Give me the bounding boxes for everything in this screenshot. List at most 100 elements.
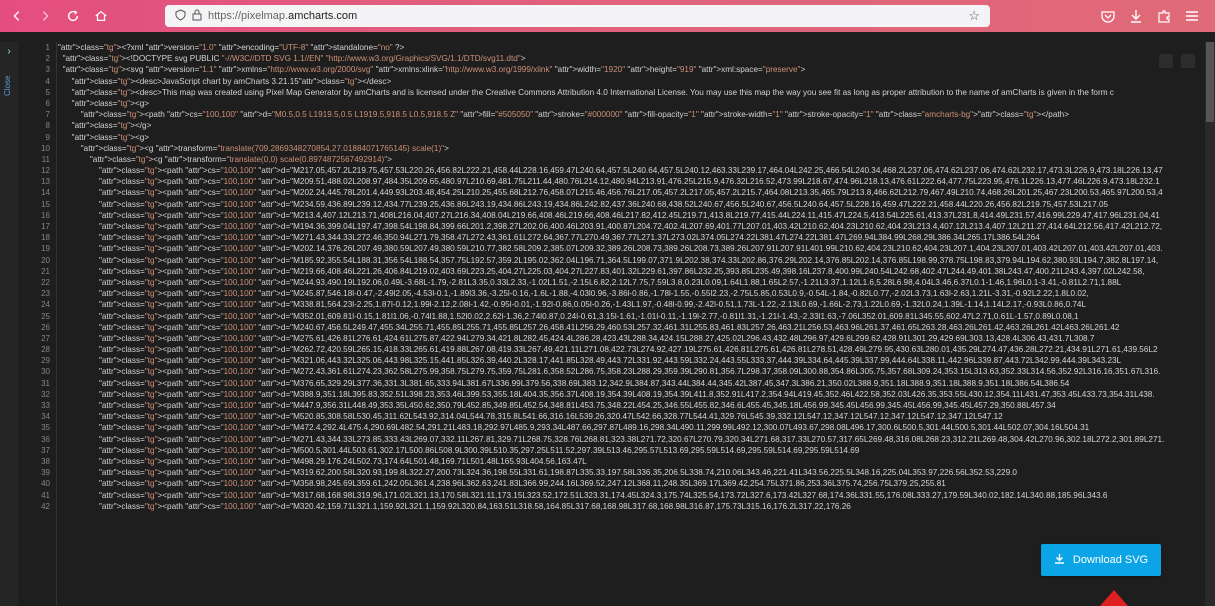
code-line: "attr">class="tg"><path "attr">cs="100,1…: [98, 311, 1079, 321]
line-number: 16: [41, 210, 50, 220]
line-number: 35: [41, 423, 50, 433]
chevron-right-icon[interactable]: ›: [0, 46, 18, 57]
line-number: 5: [45, 87, 50, 97]
code-line: "attr">class="tg"><path "attr">cs="100,1…: [98, 356, 1122, 366]
code-line: "attr">class="tg"><path "attr">cs="100,1…: [80, 110, 1069, 120]
code-line: "attr">class="tg"><path "attr">cs="100,1…: [98, 378, 1070, 388]
url-text: https://pixelmap.amcharts.com: [208, 10, 358, 22]
line-number: 18: [41, 233, 50, 243]
download-icon[interactable]: [1129, 9, 1143, 23]
reload-icon[interactable]: [62, 5, 84, 27]
code-line: "attr">class="tg"><path "attr">cs="100,1…: [98, 166, 1163, 176]
code-area[interactable]: "attr">class="tg"><?xml "attr">version="…: [58, 42, 1198, 606]
home-icon[interactable]: [90, 5, 112, 27]
editor-side-rail: › Close: [0, 42, 19, 606]
line-number: 36: [41, 434, 50, 444]
vertical-scrollbar[interactable]: [1205, 42, 1215, 606]
panel-close-icon[interactable]: [1181, 54, 1195, 68]
code-line: "attr">class="tg"><path "attr">cs="100,1…: [98, 322, 1120, 332]
scrollbar-thumb[interactable]: [1206, 42, 1214, 122]
browser-toolbar: https://pixelmap.amcharts.com ☆: [0, 0, 1215, 32]
line-number: 1: [45, 43, 50, 52]
code-line: "attr">class="tg"><path "attr">cs="100,1…: [98, 501, 851, 511]
lock-icon[interactable]: [192, 9, 202, 24]
code-line: "attr">class="tg"><path "attr">cs="100,1…: [98, 244, 1163, 254]
line-number: 41: [41, 490, 50, 500]
line-number: 33: [41, 401, 50, 410]
line-number: 15: [41, 199, 50, 209]
line-number: 24: [41, 300, 50, 310]
code-line: "attr">class="tg"><path "attr">cs="100,1…: [98, 300, 1087, 310]
code-line: "attr">class="tg"><path "attr">cs="100,1…: [98, 456, 587, 466]
line-number: 8: [45, 121, 50, 131]
code-line: "attr">class="tg"><path "attr">cs="100,1…: [98, 389, 1155, 399]
line-number: 7: [45, 110, 50, 120]
line-number: 28: [41, 345, 50, 355]
line-number: 13: [41, 177, 50, 187]
line-number: 23: [41, 289, 50, 299]
pocket-icon[interactable]: [1101, 10, 1115, 23]
line-number: 6: [45, 98, 50, 108]
nav-buttons: [0, 0, 112, 32]
download-svg-button[interactable]: Download SVG: [1041, 544, 1161, 576]
code-line: "attr">class="tg"><g "attr">transform="t…: [89, 154, 392, 164]
code-line: "attr">class="tg"><path "attr">cs="100,1…: [98, 367, 1161, 377]
shield-icon[interactable]: [175, 8, 186, 24]
code-line: "attr">class="tg"><path "attr">cs="100,1…: [98, 479, 946, 489]
panel-toggle-icon[interactable]: [1159, 54, 1173, 68]
close-panel-label[interactable]: Close: [3, 66, 15, 96]
code-line: "attr">class="tg"><path "attr">cs="100,1…: [98, 222, 1163, 231]
browser-tools: [1101, 0, 1199, 32]
line-number: 29: [41, 356, 50, 366]
code-editor: › Close 1 2 3 4 5 6 7 8 9 10 11 12 13 14 15 16 17 18 19 20 2…: [0, 32, 1215, 606]
code-line: "attr">class="tg"><g "attr">transform="t…: [80, 143, 449, 153]
code-line: "attr">class="tg"><path "attr">cs="100,1…: [98, 210, 1160, 220]
extensions-icon[interactable]: [1157, 9, 1171, 23]
line-number: 17: [41, 222, 50, 231]
code-line: "attr">class="tg"><path "attr">cs="100,1…: [98, 188, 1163, 198]
code-line: "attr">class="tg"><path "attr">cs="100,1…: [98, 333, 1095, 343]
back-icon[interactable]: [6, 5, 28, 27]
line-number: 21: [41, 266, 50, 276]
line-number: 11: [41, 154, 50, 164]
line-number: 38: [41, 456, 50, 466]
line-number: 12: [41, 166, 50, 176]
line-number: 2: [45, 54, 50, 64]
code-line: "attr">class="tg"><g>: [71, 132, 150, 142]
line-number: 20: [41, 255, 50, 265]
download-button-label: Download SVG: [1072, 554, 1149, 566]
bookmark-star-icon[interactable]: ☆: [968, 8, 980, 24]
code-line: "attr">class="tg"><desc>JavaScript chart…: [71, 76, 392, 86]
download-icon: [1054, 553, 1065, 567]
code-line: "attr">class="tg"></g>: [71, 121, 152, 131]
code-line: "attr">class="tg"><path "attr">cs="100,1…: [98, 412, 1003, 422]
code-line: "attr">class="tg"><path "attr">cs="100,1…: [98, 233, 1040, 243]
line-number: 26: [41, 322, 50, 332]
line-number: 22: [41, 277, 50, 287]
code-line: "attr">class="tg"><path "attr">cs="100,1…: [98, 401, 1056, 410]
line-number: 37: [41, 445, 50, 455]
line-number: 10: [41, 143, 50, 153]
line-number: 25: [41, 311, 50, 321]
line-number: 14: [41, 188, 50, 198]
code-line: "attr">class="tg"><path "attr">cs="100,1…: [98, 468, 1017, 478]
menu-icon[interactable]: [1185, 10, 1199, 22]
code-line: "attr">class="tg"><path "attr">cs="100,1…: [98, 434, 1165, 444]
line-number: 9: [45, 132, 50, 142]
line-number-gutter: 1 2 3 4 5 6 7 8 9 10 11 12 13 14 15 16 17 18 19 20 21 22 23 24 2…: [18, 42, 57, 606]
forward-icon[interactable]: [34, 5, 56, 27]
line-number: 31: [41, 378, 50, 388]
line-number: 39: [41, 468, 50, 478]
address-bar[interactable]: https://pixelmap.amcharts.com ☆: [165, 5, 990, 27]
line-number: 4: [45, 76, 50, 86]
code-line: "attr">class="tg"><path "attr">cs="100,1…: [98, 277, 1122, 287]
code-line: "attr">class="tg"><desc>This map was cre…: [71, 87, 1114, 97]
code-line: "attr">class="tg"><path "attr">cs="100,1…: [98, 177, 1160, 187]
code-line: "attr">class="tg"><path "attr">cs="100,1…: [98, 266, 1145, 276]
line-number: 32: [41, 389, 50, 399]
line-number: 40: [41, 479, 50, 489]
line-number: 34: [41, 412, 50, 422]
code-line: "attr">class="tg"><path "attr">cs="100,1…: [98, 289, 1089, 299]
pointer-arrow: [1100, 590, 1128, 606]
line-number: 3: [45, 65, 50, 75]
